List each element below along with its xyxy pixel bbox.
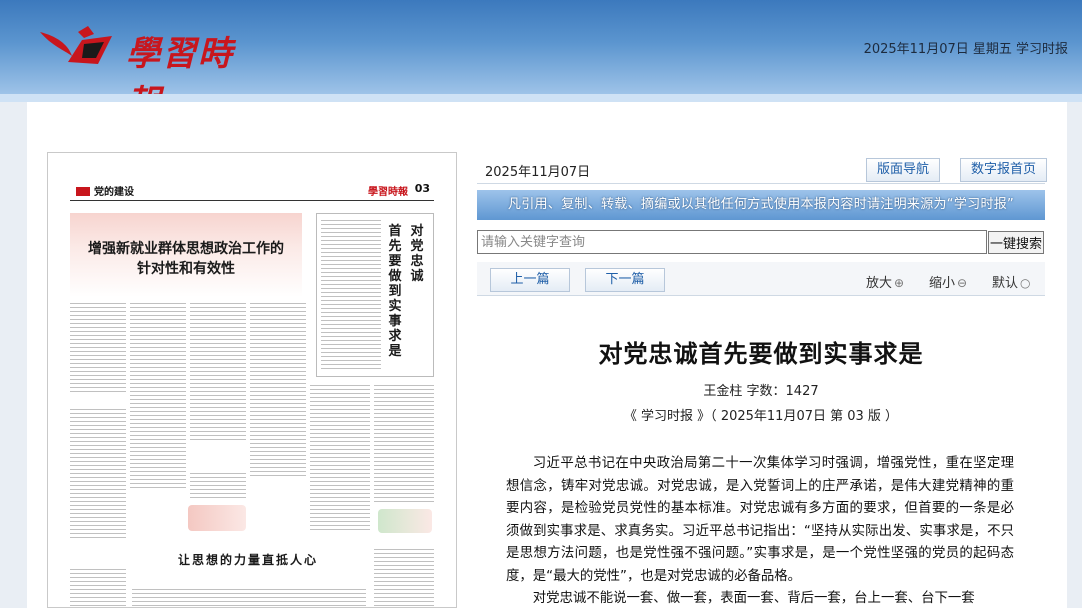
- zoom-in-button[interactable]: 放大 ⊕: [866, 272, 904, 291]
- article-body: 习近平总书记在中央政治局第二十一次集体学习时强调，增强党性，重在坚定理想信念，铸…: [506, 453, 1014, 608]
- current-date: 2025年11月07日: [485, 165, 591, 180]
- digital-home-button[interactable]: 数字报首页: [960, 158, 1048, 182]
- zoom-default-label: 默认: [992, 276, 1019, 291]
- minus-circle-icon: ⊖: [957, 276, 968, 290]
- article-paragraph: 习近平总书记在中央政治局第二十一次集体学习时强调，增强党性，重在坚定理想信念，铸…: [506, 456, 1014, 584]
- circle-icon: ○: [1020, 276, 1031, 290]
- vertical-title-col1: 对党忠诚: [410, 224, 424, 284]
- article-source: 《 学习时报 》（ 2025年11月07日 第 03 版 ）: [623, 409, 899, 424]
- paper-text-block: [70, 303, 126, 393]
- paper-headline[interactable]: 增强新就业群体思想政治工作的 针对性和有效性: [70, 239, 302, 279]
- logo-emblem-icon: [40, 26, 112, 64]
- paper-headline-line2: 针对性和有效性: [137, 261, 235, 277]
- layout-nav-button[interactable]: 版面导航: [866, 158, 941, 182]
- paper-text-block: [70, 409, 126, 539]
- paper-text-block: [310, 385, 370, 533]
- paper-text-block: [374, 549, 434, 607]
- zoom-out-label: 缩小: [929, 276, 956, 291]
- paper-text-block: [132, 589, 366, 607]
- search-input[interactable]: [477, 230, 987, 254]
- paper-decorative-graphic: [378, 509, 432, 533]
- zoom-in-label: 放大: [866, 276, 893, 291]
- header-divider: [0, 94, 1082, 102]
- search-button[interactable]: 一键搜索: [988, 231, 1044, 254]
- paper-text-block: [130, 303, 186, 491]
- zoom-out-button[interactable]: 缩小 ⊖: [929, 272, 967, 291]
- site-header: 學習時報 2025年11月07日 星期五 学习时报: [0, 0, 1082, 123]
- next-article-button[interactable]: 下一篇: [585, 268, 665, 292]
- newspaper-page-thumbnail[interactable]: 党的建设 學習時報 03 增强新就业群体思想政治工作的 针对性和有效性 对党忠诚…: [47, 152, 457, 608]
- paper-page-header: 党的建设 學習時報 03: [70, 179, 434, 201]
- paper-vertical-article[interactable]: 对党忠诚 首先要做到实事求是: [316, 213, 434, 377]
- paper-page-number: 03: [414, 182, 430, 195]
- paper-text-block: [190, 473, 246, 501]
- article-paragraph: 对党忠诚不能说一套、做一套，表面一套、背后一套，台上一套、台下一套: [532, 591, 975, 606]
- paper-text-block: [321, 220, 381, 370]
- prev-article-button[interactable]: 上一篇: [490, 268, 570, 292]
- paper-text-block: [374, 385, 434, 503]
- paper-text-block: [190, 303, 246, 443]
- zoom-default-button[interactable]: 默认 ○: [992, 272, 1031, 291]
- paper-headline-line1: 增强新就业群体思想政治工作的: [88, 241, 284, 257]
- paper-mini-logo: 學習時報: [368, 187, 408, 198]
- article-title: 对党忠诚首先要做到实事求是: [598, 340, 924, 368]
- paper-decorative-graphic: [188, 505, 246, 531]
- paper-text-block: [250, 303, 306, 479]
- plus-circle-icon: ⊕: [894, 276, 905, 290]
- article-byline: 王金柱 字数：1427: [703, 384, 819, 399]
- site-logo[interactable]: 學習時報: [38, 22, 268, 123]
- paper-bottom-headline[interactable]: 让思想的力量直抵人心: [158, 551, 338, 568]
- vertical-title-col2: 首先要做到实事求是: [388, 224, 402, 359]
- header-date: 2025年11月07日 星期五 学习时报: [863, 42, 1068, 57]
- paper-text-block: [70, 569, 126, 607]
- paper-section-label: 党的建设: [76, 183, 134, 198]
- copyright-notice: 凡引用、复制、转载、摘编或以其他任何方式使用本报内容时请注明来源为“学习时报”: [477, 190, 1045, 220]
